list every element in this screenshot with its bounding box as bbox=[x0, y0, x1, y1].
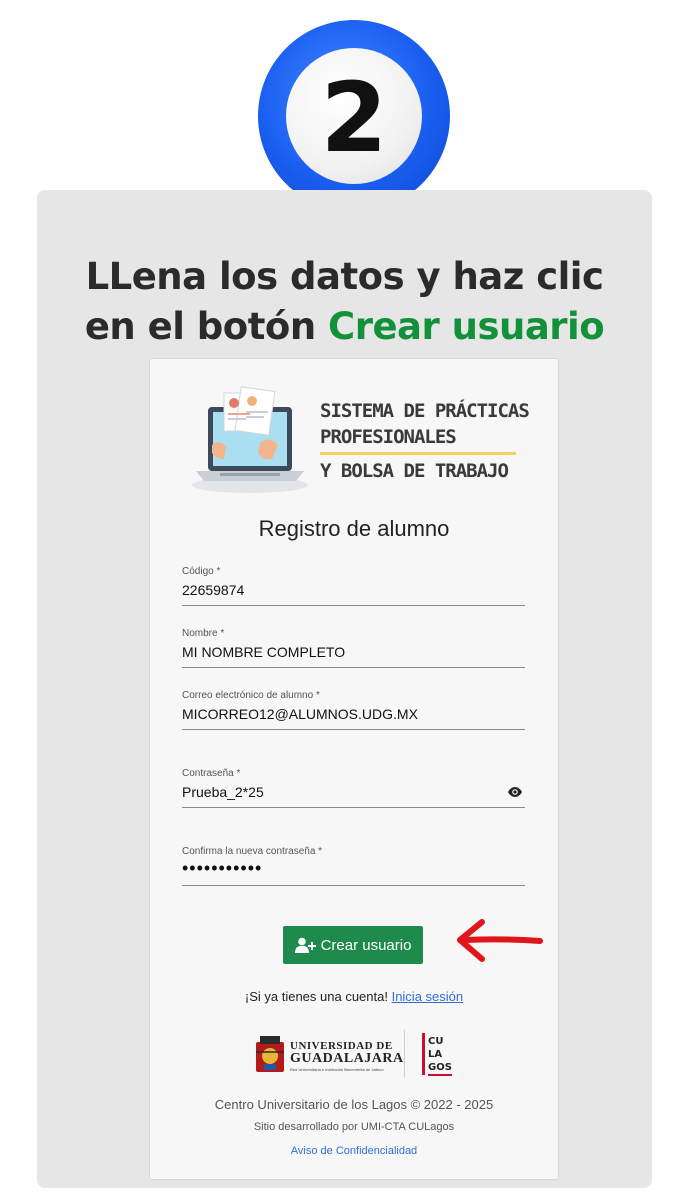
privacy-link[interactable]: Aviso de Confidencialidad bbox=[149, 1145, 559, 1157]
create-user-label: Crear usuario bbox=[320, 936, 412, 954]
password-field[interactable]: Contraseña * Prueba_2*25 bbox=[182, 768, 525, 808]
confirm-password-field[interactable]: Confirma la nueva contraseña * •••••••••… bbox=[182, 846, 525, 886]
add-user-icon bbox=[294, 937, 316, 953]
headline-highlight: Crear usuario bbox=[328, 305, 605, 348]
login-prompt-text: ¡Si ya tienes una cuenta! bbox=[244, 989, 392, 1004]
step-badge-inner: 2 bbox=[286, 48, 422, 184]
email-field[interactable]: Correo electrónico de alumno * MICORREO1… bbox=[182, 690, 525, 730]
udg-crest-icon bbox=[256, 1036, 284, 1072]
create-user-button[interactable]: Crear usuario bbox=[283, 926, 423, 964]
step-number: 2 bbox=[320, 62, 388, 174]
nombre-field[interactable]: Nombre * MI NOMBRE COMPLETO bbox=[182, 628, 525, 668]
footer-copyright: Centro Universitario de los Lagos © 2022… bbox=[214, 1097, 494, 1112]
nombre-input[interactable]: MI NOMBRE COMPLETO bbox=[182, 644, 345, 660]
step-badge: 2 bbox=[258, 20, 450, 212]
headline-line2-prefix: en el botón bbox=[84, 305, 329, 348]
codigo-field[interactable]: Código * 22659874 bbox=[182, 566, 525, 606]
email-input[interactable]: MICORREO12@ALUMNOS.UDG.MX bbox=[182, 706, 418, 722]
culagos-text-gos: GOS bbox=[428, 1062, 452, 1073]
footer-developer: Sitio desarrollado por UMI-CTA CULagos bbox=[253, 1121, 455, 1133]
headline-line1: LLena los datos y haz clic bbox=[85, 255, 604, 298]
email-label: Correo electrónico de alumno * bbox=[182, 690, 320, 701]
instruction-headline: LLena los datos y haz clic en el botón C… bbox=[37, 252, 652, 352]
confirm-password-label: Confirma la nueva contraseña * bbox=[182, 846, 323, 857]
password-label: Contraseña * bbox=[182, 768, 241, 779]
codigo-label: Código * bbox=[182, 566, 221, 577]
culagos-logo: CU LA GOS bbox=[422, 1033, 452, 1076]
confirm-password-input[interactable]: ••••••••••• bbox=[182, 858, 262, 879]
login-prompt: ¡Si ya tienes una cuenta! Inicia sesión bbox=[149, 989, 559, 1004]
logo-line1: SISTEMA DE PRÁCTICAS bbox=[320, 400, 530, 422]
eye-icon[interactable] bbox=[507, 786, 523, 798]
culagos-text-la: LA bbox=[428, 1049, 442, 1060]
udg-tagline: Red Universitaria e Institución Beneméri… bbox=[290, 1067, 384, 1072]
password-input[interactable]: Prueba_2*25 bbox=[182, 784, 264, 800]
nombre-label: Nombre * bbox=[182, 628, 225, 639]
form-title: Registro de alumno bbox=[258, 516, 450, 541]
logo-underline bbox=[320, 452, 516, 455]
laptop-documents-icon bbox=[192, 386, 308, 493]
logo-divider bbox=[404, 1030, 405, 1078]
pointer-arrow-icon bbox=[457, 919, 543, 962]
logo-line2: PROFESIONALES bbox=[320, 426, 457, 448]
logo-line3: Y BOLSA DE TRABAJO bbox=[320, 460, 509, 482]
udg-name-line2: GUADALAJARA bbox=[290, 1051, 404, 1066]
culagos-text-cu: CU bbox=[428, 1036, 443, 1047]
headline-line2: en el botón Crear usuario bbox=[37, 302, 652, 352]
login-link[interactable]: Inicia sesión bbox=[392, 989, 464, 1004]
codigo-input[interactable]: 22659874 bbox=[182, 582, 244, 598]
